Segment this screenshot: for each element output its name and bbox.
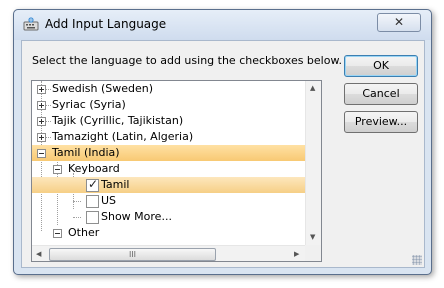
tree-item-label: Tajik (Cyrillic, Tajikistan) bbox=[52, 114, 184, 127]
horizontal-scroll-thumb[interactable]: III bbox=[49, 248, 216, 261]
expand-plus-icon[interactable] bbox=[37, 133, 46, 142]
close-button[interactable]: ✕ bbox=[377, 13, 421, 32]
checkbox-us[interactable] bbox=[86, 195, 99, 208]
expand-plus-icon[interactable] bbox=[37, 85, 46, 94]
dialog-window: Add Input Language ✕ Select the language… bbox=[13, 9, 432, 275]
resize-grip-icon[interactable] bbox=[412, 255, 422, 265]
tree-item-tamil-keyboard[interactable]: ✓ Tamil bbox=[32, 177, 305, 193]
expand-plus-icon[interactable] bbox=[37, 117, 46, 126]
tree-item-label: Keyboard bbox=[68, 162, 120, 175]
scroll-up-icon[interactable]: ▲ bbox=[310, 84, 315, 92]
tree-item-label: Swedish (Sweden) bbox=[52, 82, 154, 95]
keyboard-app-icon bbox=[23, 17, 39, 31]
tree-item-label: Other bbox=[68, 226, 100, 239]
collapse-minus-icon[interactable] bbox=[53, 229, 62, 238]
tree-item-us-keyboard[interactable]: US bbox=[32, 193, 305, 209]
scroll-right-icon[interactable]: ▶ bbox=[294, 250, 299, 258]
scroll-left-icon[interactable]: ◀ bbox=[36, 250, 41, 258]
checkbox-show-more[interactable] bbox=[86, 211, 99, 224]
cancel-button[interactable]: Cancel bbox=[344, 83, 418, 105]
window-title: Add Input Language bbox=[45, 17, 167, 31]
tree-item-show-more[interactable]: Show More... bbox=[32, 209, 305, 225]
expand-plus-icon[interactable] bbox=[37, 101, 46, 110]
tree-item-tamazight[interactable]: Tamazight (Latin, Algeria) bbox=[32, 129, 305, 145]
tree-item-label: Tamazight (Latin, Algeria) bbox=[52, 130, 194, 143]
tree-item-label: Show More... bbox=[101, 210, 172, 223]
tree-item-tamil-india[interactable]: Tamil (India) bbox=[32, 145, 305, 161]
scroll-down-icon[interactable]: ▼ bbox=[310, 233, 315, 241]
collapse-minus-icon[interactable] bbox=[37, 149, 46, 158]
tree-item-label: Tamil (India) bbox=[52, 146, 120, 159]
tree-item-swedish[interactable]: Swedish (Sweden) bbox=[32, 81, 305, 97]
tree-item-label: Tamil bbox=[101, 178, 130, 191]
dialog-client-area: Select the language to add using the che… bbox=[21, 40, 425, 268]
tree-item-label: Syriac (Syria) bbox=[52, 98, 126, 111]
language-tree[interactable]: Swedish (Sweden) Syriac (Syria) Tajik (C… bbox=[31, 80, 322, 262]
checkbox-tamil[interactable]: ✓ bbox=[86, 177, 99, 192]
scrollbar-corner bbox=[305, 245, 321, 261]
horizontal-scrollbar[interactable]: ◀ III ▶ bbox=[32, 245, 305, 261]
checkmark-icon: ✓ bbox=[88, 177, 99, 191]
collapse-minus-icon[interactable] bbox=[53, 165, 62, 174]
tree-item-tajik[interactable]: Tajik (Cyrillic, Tajikistan) bbox=[32, 113, 305, 129]
tree-item-syriac[interactable]: Syriac (Syria) bbox=[32, 97, 305, 113]
instruction-text: Select the language to add using the che… bbox=[32, 54, 342, 67]
preview-button[interactable]: Preview... bbox=[344, 111, 418, 133]
tree-item-keyboard[interactable]: Keyboard bbox=[32, 161, 305, 177]
tree-item-other[interactable]: Other bbox=[32, 225, 305, 241]
ok-button[interactable]: OK bbox=[344, 55, 418, 77]
tree-item-label: US bbox=[101, 194, 117, 207]
vertical-scrollbar[interactable]: ▲ ▼ bbox=[305, 81, 321, 245]
